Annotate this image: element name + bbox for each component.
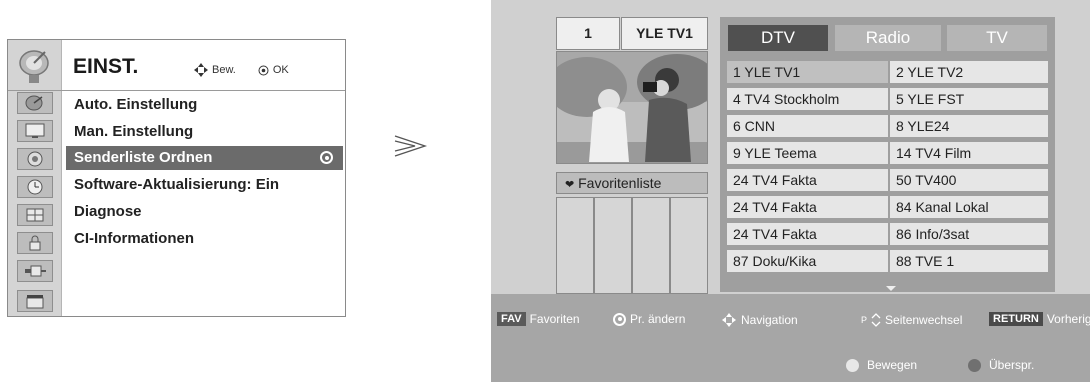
tab-dtv[interactable]: DTV	[728, 25, 828, 51]
channel-cell[interactable]: 9 YLE Teema	[726, 141, 889, 165]
speaker-icon[interactable]	[17, 148, 53, 170]
favorite-slot[interactable]	[670, 197, 708, 294]
channel-cell[interactable]: 50 TV400	[889, 168, 1049, 192]
transition-arrow	[394, 134, 428, 163]
channel-cell[interactable]: 24 TV4 Fakta	[726, 195, 889, 219]
ok-button-icon	[613, 312, 626, 326]
clock-icon[interactable]	[17, 176, 53, 198]
menu-item-diagnose[interactable]: Diagnose	[66, 200, 343, 224]
menu-item-man-einstellung[interactable]: Man. Einstellung	[66, 120, 343, 144]
channel-cell[interactable]: 24 TV4 Fakta	[726, 222, 889, 246]
channel-cell[interactable]: 14 TV4 Film	[889, 141, 1049, 165]
clapperboard-icon[interactable]	[17, 290, 53, 312]
fav-hint: FAV Favoriten	[497, 312, 580, 326]
favorites-list-text: Favoritenliste	[578, 175, 662, 191]
menu-title: EINST.	[73, 55, 139, 78]
tab-tv[interactable]: TV	[947, 25, 1047, 51]
channel-cell[interactable]: 4 TV4 Stockholm	[726, 87, 889, 111]
favorite-slot[interactable]	[556, 197, 594, 294]
move-hint-label: Bew.	[212, 64, 236, 76]
channel-cell[interactable]: 87 Doku/Kika	[726, 249, 889, 273]
change-hint: Pr. ändern	[613, 312, 685, 326]
channel-cell[interactable]: 5 YLE FST	[889, 87, 1049, 111]
white-button-icon	[846, 358, 859, 372]
page-up-down-icon	[871, 313, 881, 327]
menu-item-label: Senderliste Ordnen	[74, 149, 213, 166]
monitor-icon[interactable]	[17, 120, 53, 142]
channel-cell[interactable]: 88 TVE 1	[889, 249, 1049, 273]
satellite-dish-icon	[19, 50, 49, 83]
page-hint: P Seitenwechsel	[861, 312, 962, 328]
video-preview-image	[557, 52, 707, 163]
gray-button-icon	[968, 358, 981, 372]
scroll-down-indicator-icon[interactable]	[886, 286, 896, 291]
favorite-slot[interactable]	[632, 197, 670, 294]
channel-cell-selected[interactable]: 1 YLE TV1	[726, 60, 889, 84]
page-hint-label: Seitenwechsel	[885, 313, 963, 327]
tab-radio[interactable]: Radio	[835, 25, 941, 51]
move-hint-label: Bewegen	[867, 358, 918, 372]
menu-item-auto-einstellung[interactable]: Auto. Einstellung	[66, 93, 343, 117]
channel-list-panel: DTV Radio TV 1 YLE TV1 2 YLE TV2 4 TV4 S…	[720, 17, 1055, 292]
channel-cell[interactable]: 24 TV4 Fakta	[726, 168, 889, 192]
channel-edit-screen: 1 YLE TV1 ❤ Favoritenliste DTV Radio TV …	[491, 0, 1090, 382]
channel-cell[interactable]: 86 Info/3sat	[889, 222, 1049, 246]
ok-button-icon	[258, 65, 269, 75]
navigation-arrows-icon	[194, 63, 208, 77]
return-hint-label: Vorherig	[1046, 312, 1090, 326]
fav-hint-label: Favoriten	[529, 312, 580, 326]
navigation-arrows-icon	[722, 313, 736, 327]
video-preview	[556, 51, 708, 164]
double-chevron-right-icon	[394, 135, 428, 157]
lock-icon[interactable]	[17, 232, 53, 254]
skip-hint-label: Überspr.	[989, 358, 1035, 372]
program-number: 1	[556, 17, 620, 50]
program-name: YLE TV1	[621, 17, 708, 50]
button-guide-footer: FAV Favoriten Pr. ändern Navigation P Se…	[491, 294, 1090, 382]
grid-icon[interactable]	[17, 204, 53, 226]
ok-hint-label: OK	[272, 64, 289, 76]
return-hint: RETURN Vorherig	[989, 312, 1090, 326]
navigation-hint: Navigation	[721, 312, 798, 328]
menu-item-senderliste-ordnen[interactable]: Senderliste Ordnen	[66, 146, 343, 170]
navigation-hint-label: Navigation	[741, 313, 798, 327]
move-hint: Bewegen	[846, 358, 917, 372]
return-key: RETURN	[989, 312, 1043, 326]
plug-icon[interactable]	[17, 260, 53, 282]
page-key: P	[861, 315, 868, 325]
menu-hint: Bew. OK	[194, 63, 289, 77]
channel-cell[interactable]: 8 YLE24	[889, 114, 1049, 138]
channel-cell[interactable]: 6 CNN	[726, 114, 889, 138]
channel-cell[interactable]: 2 YLE TV2	[889, 60, 1049, 84]
setup-menu: EINST. Bew. OK Auto. Einstellung Man. Ei…	[7, 39, 346, 317]
heart-icon: ❤	[565, 179, 575, 191]
menu-item-software-aktualisierung[interactable]: Software-Aktualisierung: Ein	[66, 173, 343, 197]
menu-divider	[8, 90, 345, 91]
change-hint-label: Pr. ändern	[630, 312, 686, 326]
favorites-list-label: ❤ Favoritenliste	[556, 172, 708, 194]
menu-item-ci-informationen[interactable]: CI-Informationen	[66, 227, 343, 251]
channel-cell[interactable]: 84 Kanal Lokal	[889, 195, 1049, 219]
fav-key: FAV	[497, 312, 526, 326]
satellite-dish-icon[interactable]	[17, 92, 53, 114]
favorite-slot[interactable]	[594, 197, 632, 294]
skip-hint: Überspr.	[968, 358, 1034, 372]
ok-button-icon	[320, 151, 333, 164]
